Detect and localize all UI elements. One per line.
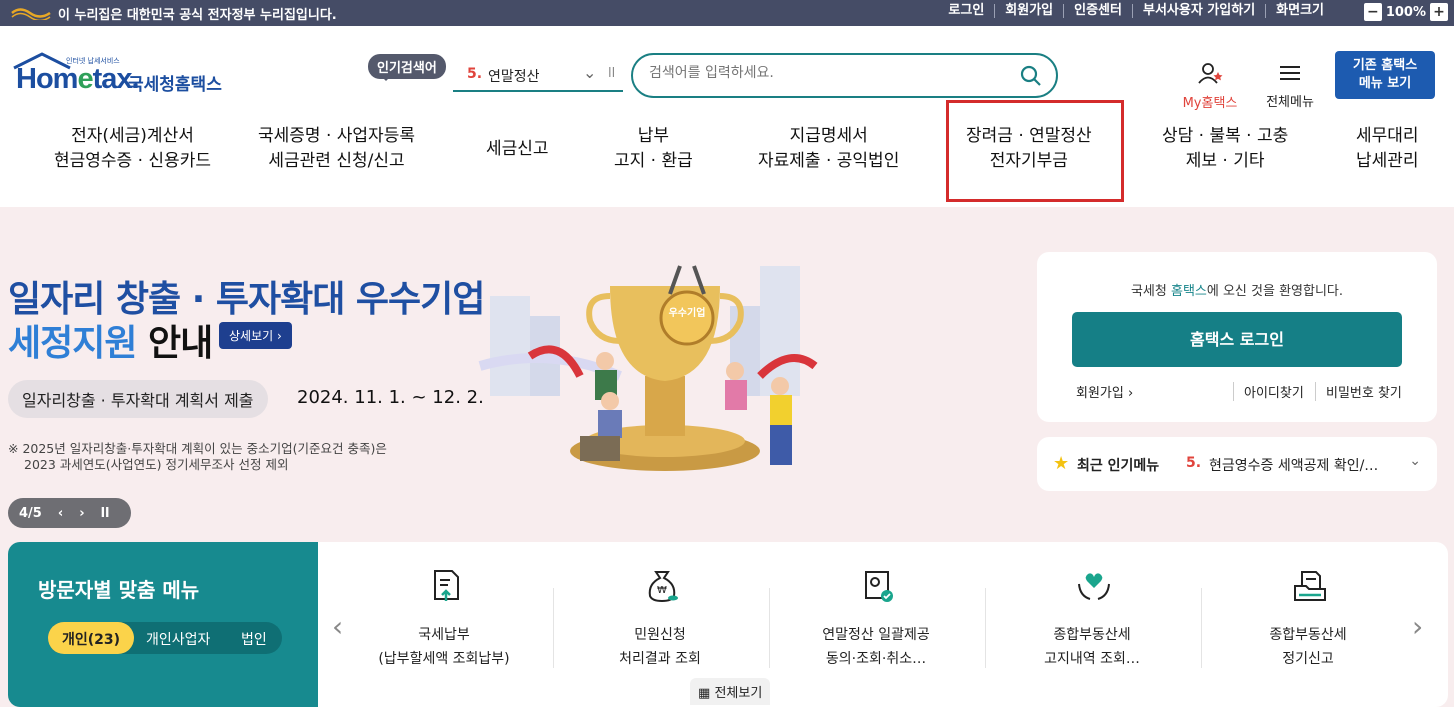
quick-item[interactable]: 국세납부 (납부할세액 조회납부) xyxy=(336,542,552,707)
svg-text:₩: ₩ xyxy=(657,585,667,596)
hands-heart-icon xyxy=(1078,573,1110,600)
nav-payment-statement[interactable]: 지급명세서 자료제출 · 공익법인 xyxy=(758,124,899,174)
folder-document-icon xyxy=(1294,571,1326,601)
tab-individual[interactable]: 개인(23) xyxy=(48,622,135,654)
all-menu-button[interactable]: 전체메뉴 xyxy=(1262,65,1318,110)
recent-popular-menu[interactable]: ★ 최근 인기메뉴 5. 현금영수증 세액공제 확인/변경 ⌄ xyxy=(1037,437,1437,491)
popular-keyword[interactable]: 연말정산 xyxy=(488,66,540,86)
nav-tax-agent[interactable]: 세무대리 납세관리 xyxy=(1356,124,1419,174)
zoom-out-button[interactable]: − xyxy=(1363,3,1382,21)
nav-tax-filing[interactable]: 세금신고 xyxy=(486,137,549,162)
recent-menu-text[interactable]: 현금영수증 세액공제 확인/변경 xyxy=(1209,455,1389,475)
logo-korean: 국세청홈택스 xyxy=(128,75,222,95)
recent-menu-label: 최근 인기메뉴 xyxy=(1077,458,1160,474)
visitor-tabs: 개인(23) 개인사업자 법인 xyxy=(48,622,282,654)
chevron-down-icon[interactable]: ⌄ xyxy=(1409,453,1421,469)
login-link[interactable]: 로그인 xyxy=(938,4,994,18)
quick-menu: ‹ › 국세납부 (납부할세액 조회납부) ₩ 민원신청 처리결과 조회 연말정산 … xyxy=(318,542,1448,707)
join-link[interactable]: 회원가입 xyxy=(994,4,1063,18)
prev-slide-icon[interactable]: ‹ xyxy=(58,506,63,521)
cert-center-link[interactable]: 인증센터 xyxy=(1063,4,1132,18)
search-input[interactable] xyxy=(649,65,1009,81)
hero-tag: 일자리창출 · 투자확대 계획서 제출 xyxy=(8,380,268,418)
all-menu-label: 전체메뉴 xyxy=(1266,95,1314,110)
find-password-link[interactable]: 비밀번호 찾기 xyxy=(1315,382,1402,401)
nav-certificate[interactable]: 국세증명 · 사업자등록 세금관련 신청/신고 xyxy=(258,124,415,174)
next-slide-icon[interactable]: › xyxy=(79,506,84,521)
nav-e-invoice[interactable]: 전자(세금)계산서 현금영수증 · 신용카드 xyxy=(54,124,211,174)
hero-period: 2024. 11. 1. ~ 12. 2. xyxy=(297,387,484,408)
grid-icon: ▦ xyxy=(698,686,711,701)
user-icon xyxy=(1198,63,1223,84)
view-all-button[interactable]: ▦ 전체보기 xyxy=(690,678,771,705)
quick-item[interactable]: 연말정산 일괄제공 동의·조회·취소… xyxy=(768,542,984,707)
visitor-menu-panel: 방문자별 맞춤 메뉴 개인(23) 개인사업자 법인 xyxy=(8,542,318,707)
search-icon[interactable] xyxy=(1020,65,1042,87)
slider-controls: 4/5 ‹ › ll xyxy=(8,498,131,528)
nav-consulting[interactable]: 상담 · 불복 · 고충 제보 · 기타 xyxy=(1162,124,1288,174)
tab-sole-proprietor[interactable]: 개인사업자 xyxy=(146,629,210,649)
hero-subtitle: 세정지원 안내 xyxy=(8,323,213,364)
gov-banner: 이 누리집은 대한민국 공식 전자정부 누리집입니다. 로그인 회원가입 인증센… xyxy=(0,0,1454,26)
certificate-icon xyxy=(865,571,893,602)
zoom-value: 100% xyxy=(1385,4,1426,20)
quick-item[interactable]: 종합부동산세 정기신고 xyxy=(1200,542,1416,707)
recent-menu-rank: 5. xyxy=(1186,455,1202,471)
money-bag-icon: ₩ xyxy=(648,571,678,603)
my-hometax-button[interactable]: My홈택스 xyxy=(1180,62,1240,111)
nav-highlight-box xyxy=(946,100,1124,202)
hero-note: ※ 2025년 일자리창출·투자확대 계획이 있는 중소기업(기준요건 충족)은… xyxy=(8,441,387,472)
eg-logo-icon xyxy=(11,8,51,20)
gov-notice: 이 누리집은 대한민국 공식 전자정부 누리집입니다. xyxy=(58,8,337,23)
popular-search-badge: 인기검색어 xyxy=(368,54,446,81)
zoom-in-button[interactable]: + xyxy=(1430,3,1448,21)
quick-item[interactable]: 종합부동산세 고지내역 조회… xyxy=(984,542,1200,707)
dept-user-join-link[interactable]: 부서사용자 가입하기 xyxy=(1131,4,1265,18)
screen-size-label: 화면크기 xyxy=(1265,4,1334,18)
detail-button[interactable]: 상세보기 › xyxy=(219,322,292,349)
tab-corporation[interactable]: 법인 xyxy=(241,629,267,649)
logo-wordmark: Hometax. xyxy=(16,63,140,95)
visitor-menu-title: 방문자별 맞춤 메뉴 xyxy=(38,578,200,602)
hamburger-icon xyxy=(1280,66,1300,80)
slide-counter: 4/5 xyxy=(19,505,42,521)
popular-keyword-roller[interactable]: 5. 연말정산 ⌄ ll xyxy=(453,60,623,92)
document-upload-icon xyxy=(434,570,459,601)
nav-payment[interactable]: 납부 고지 · 환급 xyxy=(614,124,693,174)
popular-rank: 5. xyxy=(467,66,483,82)
trophy-label: 우수기업 xyxy=(669,306,706,319)
join-link[interactable]: 회원가입 › xyxy=(1076,382,1133,401)
hometax-login-button[interactable]: 홈택스 로그인 xyxy=(1072,312,1402,367)
my-hometax-label: My홈택스 xyxy=(1182,96,1238,111)
welcome-text: 국세청 홈택스에 오신 것을 환영합니다. xyxy=(1130,284,1344,299)
old-hometax-menu-button[interactable]: 기존 홈택스 메뉴 보기 xyxy=(1335,51,1435,99)
pause-icon[interactable]: ll xyxy=(608,66,615,81)
search-box[interactable] xyxy=(631,53,1058,98)
trophy-illustration: 우수기업 xyxy=(478,265,818,471)
login-panel: 국세청 홈택스에 오신 것을 환영합니다. 홈택스 로그인 회원가입 › 아이디… xyxy=(1037,252,1437,422)
find-id-link[interactable]: 아이디찾기 xyxy=(1233,382,1304,401)
star-icon: ★ xyxy=(1053,453,1070,474)
pause-slide-icon[interactable]: ll xyxy=(101,506,110,521)
chevron-down-icon[interactable]: ⌄ xyxy=(583,63,596,82)
